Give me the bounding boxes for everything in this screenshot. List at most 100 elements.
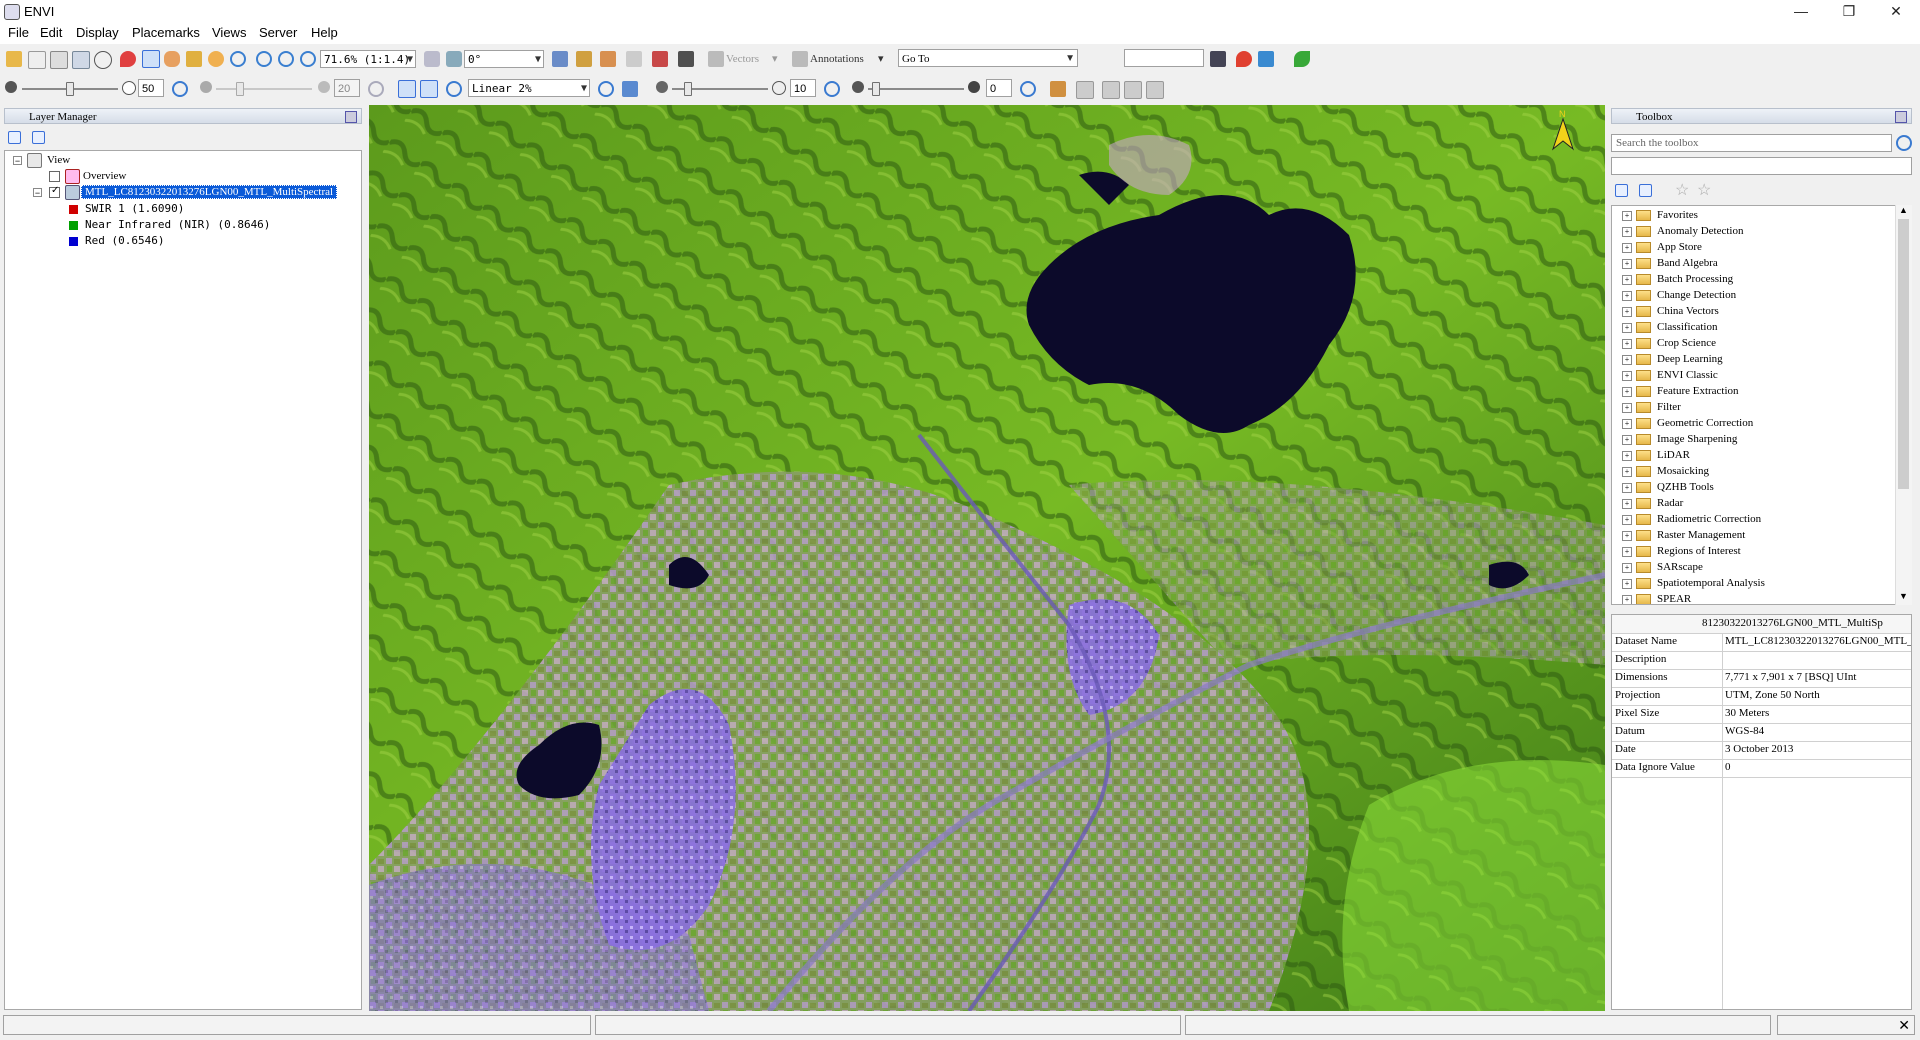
restore-button[interactable]: ❐: [1826, 0, 1872, 22]
reset-contrast-icon[interactable]: [368, 81, 384, 97]
property-value[interactable]: 30 Meters: [1725, 705, 1911, 722]
folder-change-detection[interactable]: + Change Detection: [1612, 287, 1892, 303]
overview-checkbox[interactable]: [49, 171, 60, 182]
expand-icon[interactable]: +: [1622, 499, 1632, 509]
rotate-icon[interactable]: [208, 51, 224, 67]
expand-icon[interactable]: +: [1622, 547, 1632, 557]
expand-all-icon[interactable]: [1615, 184, 1628, 197]
scroll-up-icon[interactable]: ▲: [1899, 205, 1908, 215]
transparency-slider-track[interactable]: [868, 88, 964, 90]
goto-input[interactable]: [1124, 49, 1204, 67]
folder-envi-classic[interactable]: + ENVI Classic: [1612, 367, 1892, 383]
folder-geometric-correction[interactable]: + Geometric Correction: [1612, 415, 1892, 431]
menu-display[interactable]: Display: [76, 25, 119, 40]
expand-icon[interactable]: +: [1622, 483, 1632, 493]
folder-raster-management[interactable]: + Raster Management: [1612, 527, 1892, 543]
roi-tool-icon[interactable]: [678, 51, 694, 67]
property-value[interactable]: 7,771 x 7,901 x 7 [BSQ] UInt: [1725, 669, 1911, 686]
pixel-locator-icon[interactable]: [652, 51, 668, 67]
expand-icon[interactable]: +: [1622, 403, 1632, 413]
dataset-layer-selected[interactable]: MTL_LC81230322013276LGN00_MTL_MultiSpect…: [81, 185, 338, 199]
contrast-value[interactable]: 20: [334, 79, 360, 97]
folder-qzhb-tools[interactable]: + QZHB Tools: [1612, 479, 1892, 495]
expand-icon[interactable]: +: [1622, 243, 1632, 253]
collapse-all-icon[interactable]: [1639, 184, 1652, 197]
crosshair-icon[interactable]: [94, 51, 112, 69]
toolbox-scrollbar[interactable]: ▲ ▼: [1895, 205, 1912, 605]
zoom-out-icon[interactable]: [278, 51, 294, 67]
folder-favorites[interactable]: + Favorites: [1612, 207, 1892, 223]
swipe-icon[interactable]: [1124, 81, 1142, 99]
expand-icon[interactable]: +: [1622, 387, 1632, 397]
expand-icon[interactable]: +: [1622, 451, 1632, 461]
portal-icon[interactable]: [1050, 81, 1066, 97]
vector-tool-icon[interactable]: [552, 51, 568, 67]
brightness-value[interactable]: 50: [138, 79, 164, 97]
folder-anomaly-detection[interactable]: + Anomaly Detection: [1612, 223, 1892, 239]
expand-icon[interactable]: +: [1622, 467, 1632, 477]
image-view[interactable]: N: [369, 105, 1605, 1011]
expand-icon[interactable]: +: [1622, 323, 1632, 333]
band-swir-label[interactable]: SWIR 1 (1.6090): [85, 202, 184, 215]
brightness-slider-thumb[interactable]: [66, 82, 74, 96]
remove-favorite-icon[interactable]: ☆: [1697, 180, 1711, 200]
reset-brightness-icon[interactable]: [172, 81, 188, 97]
folder-radar[interactable]: + Radar: [1612, 495, 1892, 511]
scrollbar-thumb[interactable]: [1898, 219, 1909, 489]
sharpen-slider-thumb[interactable]: [684, 82, 692, 96]
folder-spatiotemporal-analysis[interactable]: + Spatiotemporal Analysis: [1612, 575, 1892, 591]
rotation-combo[interactable]: 0° ▼: [464, 50, 544, 68]
folder-sarscape[interactable]: + SARscape: [1612, 559, 1892, 575]
expand-icon[interactable]: +: [1622, 579, 1632, 589]
dataset-expander[interactable]: −: [33, 188, 42, 198]
chip-view-icon[interactable]: [1258, 51, 1274, 67]
save-as-tiff-icon[interactable]: [50, 51, 68, 69]
crosshairs-icon[interactable]: [600, 51, 616, 67]
expand-icon[interactable]: +: [1622, 371, 1632, 381]
folder-classification[interactable]: + Classification: [1612, 319, 1892, 335]
expand-icon[interactable]: +: [1622, 291, 1632, 301]
expand-icon[interactable]: +: [1622, 227, 1632, 237]
stretch-combo[interactable]: Linear 2% ▼: [468, 79, 590, 97]
property-value[interactable]: UTM, Zone 50 North: [1725, 687, 1911, 704]
zoom-combo[interactable]: 71.6% (1:1.4) ▼: [320, 50, 416, 68]
dataset-checkbox[interactable]: ✓: [49, 185, 60, 198]
folder-spear[interactable]: + SPEAR: [1612, 591, 1892, 604]
sharpen-value[interactable]: 10: [790, 79, 816, 97]
zoom-full-icon[interactable]: [300, 51, 316, 67]
refresh-toolbox-icon[interactable]: [1896, 135, 1912, 151]
pin-icon[interactable]: [1895, 111, 1907, 123]
stretch-type-icon[interactable]: [398, 80, 416, 98]
placemark-icon[interactable]: [120, 51, 136, 67]
folder-lidar[interactable]: + LiDAR: [1612, 447, 1892, 463]
open-icon[interactable]: [6, 51, 22, 67]
google-earth-icon[interactable]: [1294, 51, 1310, 67]
menu-help[interactable]: Help: [311, 25, 338, 40]
contrast-slider-track[interactable]: [216, 88, 312, 90]
zoom-icon[interactable]: [230, 51, 246, 67]
menu-file[interactable]: File: [8, 25, 29, 40]
expand-icon[interactable]: +: [1622, 307, 1632, 317]
toolbox-search-input[interactable]: Search the toolbox: [1611, 134, 1892, 152]
reset-sharpen-icon[interactable]: [824, 81, 840, 97]
stretch-settings-icon[interactable]: [622, 81, 638, 97]
pan-hand-icon[interactable]: [164, 51, 180, 67]
band-nir-label[interactable]: Near Infrared (NIR) (0.8646): [85, 218, 270, 231]
print-icon[interactable]: [72, 51, 90, 69]
folder-regions-of-interest[interactable]: + Regions of Interest: [1612, 543, 1892, 559]
data-manager-icon[interactable]: [28, 51, 46, 69]
annotations-dropdown[interactable]: Annotations: [810, 53, 864, 65]
select-arrow-icon[interactable]: [142, 50, 160, 68]
refresh-stretch-icon[interactable]: [598, 81, 614, 97]
dynamic-stretch-icon[interactable]: [446, 81, 462, 97]
view-layout-icon[interactable]: [1146, 81, 1164, 99]
blend-icon[interactable]: [1076, 81, 1094, 99]
property-value[interactable]: 0: [1725, 759, 1911, 776]
expand-icon[interactable]: +: [1622, 339, 1632, 349]
expand-icon[interactable]: +: [1622, 355, 1632, 365]
fly-icon[interactable]: [186, 51, 202, 67]
folder-china-vectors[interactable]: + China Vectors: [1612, 303, 1892, 319]
save-icon[interactable]: [1210, 51, 1226, 67]
expand-icon[interactable]: +: [1622, 435, 1632, 445]
expand-icon[interactable]: +: [1622, 275, 1632, 285]
